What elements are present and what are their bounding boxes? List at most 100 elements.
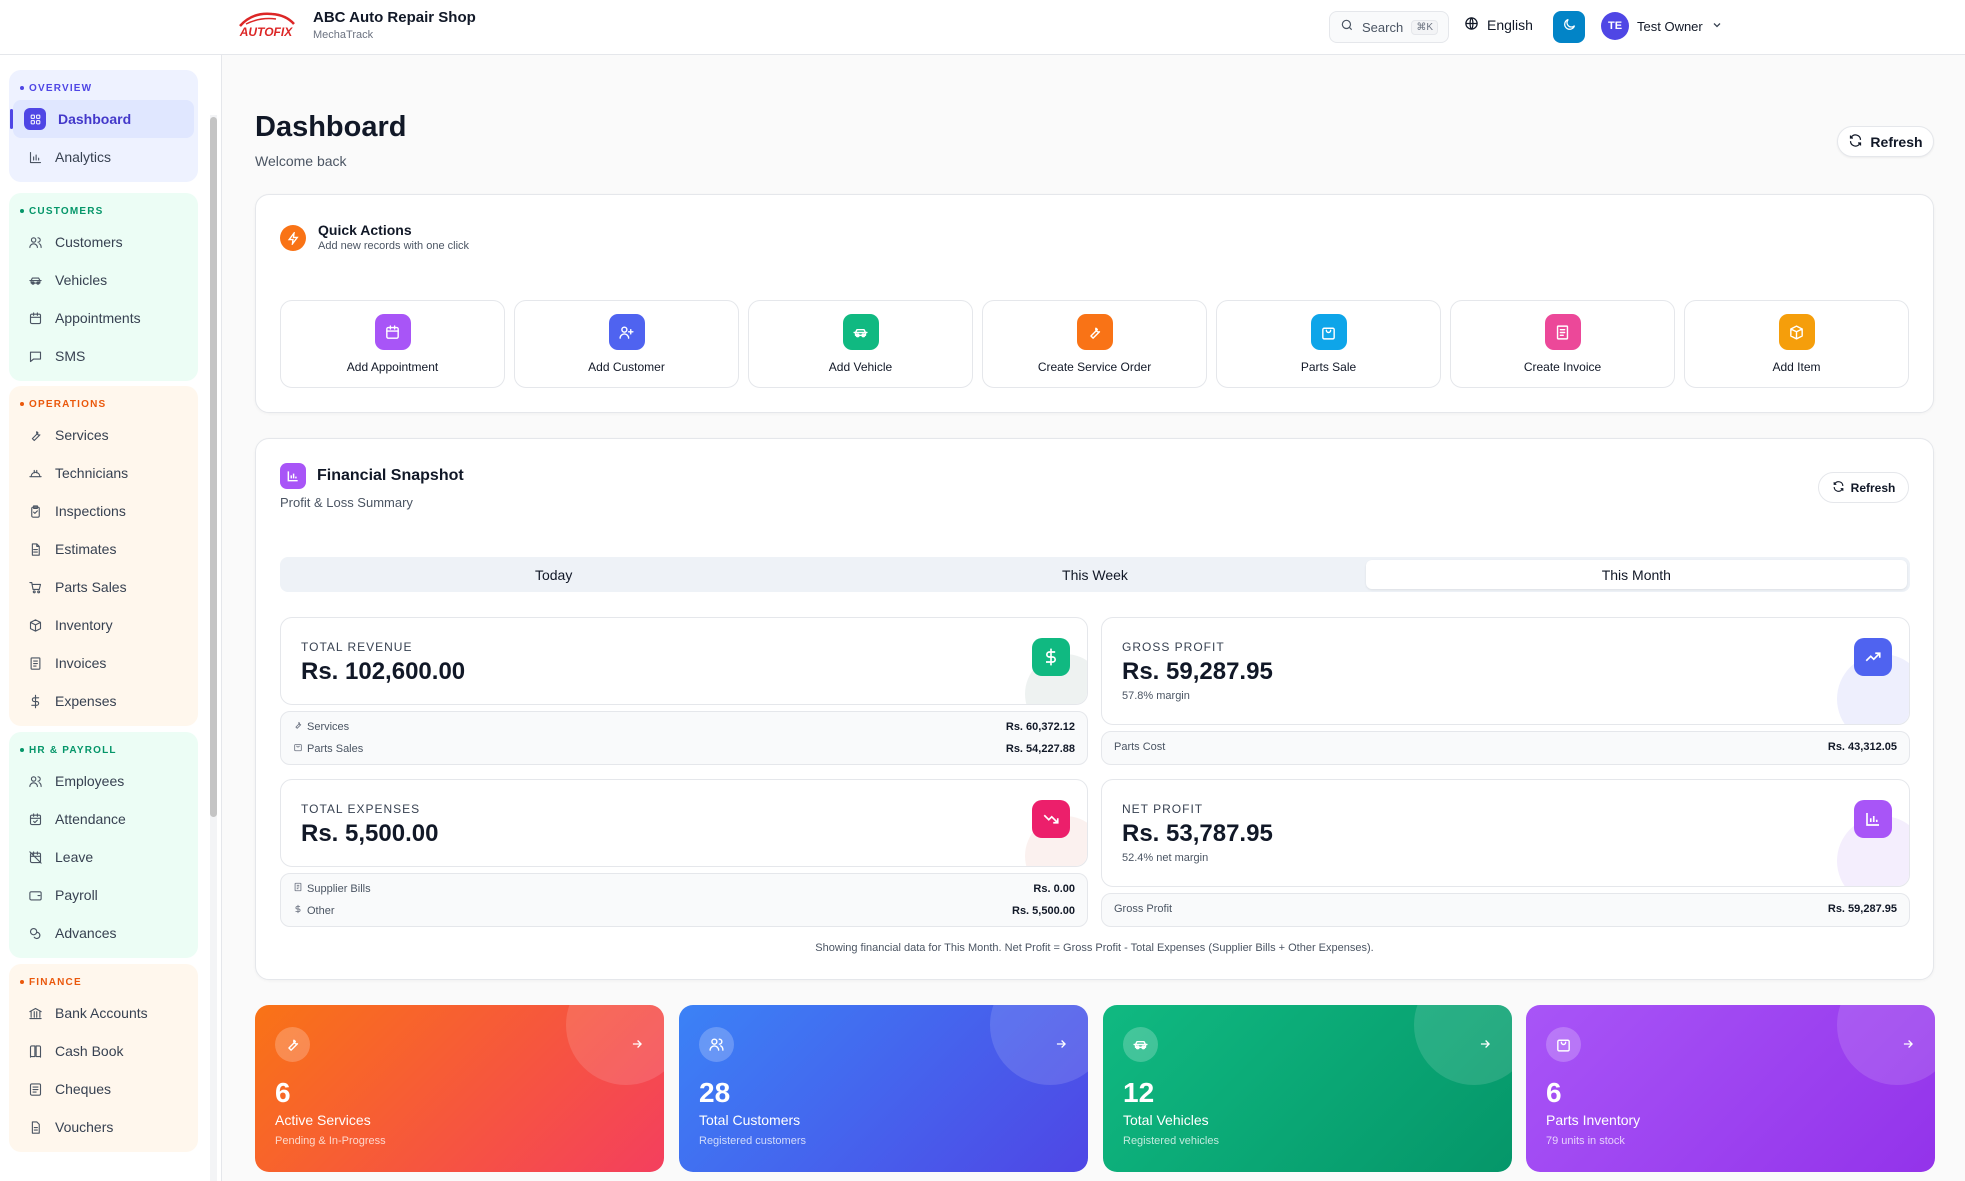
calendar-off-icon — [27, 849, 43, 865]
sidebar-item-label: Analytics — [55, 149, 112, 165]
decorative-circle — [990, 1005, 1088, 1085]
refresh-button[interactable]: Refresh — [1837, 126, 1934, 157]
group-dot — [20, 86, 24, 90]
decorative-circle — [1837, 1005, 1935, 1085]
arrow-right-icon[interactable] — [1901, 1037, 1915, 1054]
user-name: Test Owner — [1637, 18, 1703, 34]
sidebar-item-appointments[interactable]: Appointments — [13, 299, 194, 337]
sidebar-item-label: Leave — [55, 849, 94, 865]
arrow-right-icon[interactable] — [1054, 1037, 1068, 1054]
calendar-icon — [374, 314, 411, 350]
refresh-icon — [1832, 480, 1845, 496]
stat-label: TOTAL EXPENSES — [301, 802, 421, 816]
sidebar-item-invoices[interactable]: Invoices — [13, 644, 194, 682]
summary-number: 6 — [275, 1077, 291, 1108]
sidebar-item-employees[interactable]: Employees — [13, 762, 194, 800]
sidebar-item-label: Payroll — [55, 887, 98, 903]
sidebar-group-title: HR & PAYROLL — [9, 742, 198, 758]
financial-refresh-button[interactable]: Refresh — [1818, 472, 1909, 503]
sidebar-item-vouchers[interactable]: Vouchers — [13, 1108, 194, 1146]
sidebar-item-leave[interactable]: Leave — [13, 838, 194, 876]
arrow-right-icon[interactable] — [1478, 1037, 1492, 1054]
group-dot — [20, 402, 24, 406]
summary-subtitle: Registered vehicles — [1123, 1135, 1219, 1147]
sidebar-item-services[interactable]: Services — [13, 416, 194, 454]
search-button[interactable]: Search ⌘K — [1329, 11, 1449, 43]
sidebar-item-analytics[interactable]: Analytics — [13, 138, 194, 176]
sidebar-item-expenses[interactable]: Expenses — [13, 682, 194, 720]
sidebar-item-technicians[interactable]: Technicians — [13, 454, 194, 492]
summary-card-active-services[interactable]: 6 Active Services Pending & In-Progress — [255, 1005, 664, 1172]
sidebar-item-inspections[interactable]: Inspections — [13, 492, 194, 530]
sidebar-item-label: Vouchers — [55, 1119, 114, 1135]
total-revenue-card: TOTAL REVENUE Rs. 102,600.00 — [280, 617, 1088, 705]
sidebar: OVERVIEW Dashboard Analytics CUSTOMERS Custo… — [0, 55, 222, 1181]
quick-action-create-service-order[interactable]: Create Service Order — [982, 300, 1207, 388]
voucher-icon — [27, 1119, 43, 1135]
sidebar-item-sms[interactable]: SMS — [13, 337, 194, 375]
hard-hat-icon — [27, 465, 43, 481]
sidebar-scrollbar-thumb[interactable] — [210, 117, 217, 817]
group-dot — [20, 209, 24, 213]
sidebar-group-title: CUSTOMERS — [9, 203, 198, 219]
arrow-right-icon[interactable] — [630, 1037, 644, 1054]
quick-action-create-invoice[interactable]: Create Invoice — [1450, 300, 1675, 388]
language-selector[interactable]: English — [1464, 16, 1533, 34]
cheque-icon — [27, 1081, 43, 1097]
summary-card-parts-inventory[interactable]: 6 Parts Inventory 79 units in stock — [1526, 1005, 1935, 1172]
car-icon — [1123, 1027, 1158, 1062]
group-dot — [20, 980, 24, 984]
sidebar-item-bank-accounts[interactable]: Bank Accounts — [13, 994, 194, 1032]
wrench-icon — [1076, 314, 1113, 350]
stat-note: 52.4% net margin — [1122, 852, 1209, 864]
sidebar-item-inventory[interactable]: Inventory — [13, 606, 194, 644]
sidebar-item-attendance[interactable]: Attendance — [13, 800, 194, 838]
sidebar-item-payroll[interactable]: Payroll — [13, 876, 194, 914]
quick-action-add-appointment[interactable]: Add Appointment — [280, 300, 505, 388]
refresh-label: Refresh — [1850, 480, 1896, 495]
quick-action-add-vehicle[interactable]: Add Vehicle — [748, 300, 973, 388]
breakdown-row: Other Rs. 5,500.00 — [293, 904, 1075, 917]
summary-card-total-vehicles[interactable]: 12 Total Vehicles Registered vehicles — [1103, 1005, 1512, 1172]
chevron-down-icon — [1711, 19, 1723, 34]
quick-action-parts-sale[interactable]: Parts Sale — [1216, 300, 1441, 388]
sidebar-item-parts-sales[interactable]: Parts Sales — [13, 568, 194, 606]
sidebar-item-vehicles[interactable]: Vehicles — [13, 261, 194, 299]
trending-down-icon — [1032, 800, 1070, 838]
summary-card-total-customers[interactable]: 28 Total Customers Registered customers — [679, 1005, 1088, 1172]
financial-snapshot-title: Financial Snapshot — [317, 467, 464, 484]
decorative-circle — [566, 1005, 664, 1085]
breakdown-value: Rs. 43,312.05 — [1827, 741, 1897, 753]
summary-subtitle: 79 units in stock — [1546, 1135, 1625, 1147]
sidebar-item-advances[interactable]: Advances — [13, 914, 194, 952]
sidebar-item-cash-book[interactable]: Cash Book — [13, 1032, 194, 1070]
sidebar-item-cheques[interactable]: Cheques — [13, 1070, 194, 1108]
grid-icon — [24, 108, 46, 130]
calendar-icon — [27, 310, 43, 326]
total-expenses-card: TOTAL EXPENSES Rs. 5,500.00 — [280, 779, 1088, 867]
theme-toggle-button[interactable] — [1553, 11, 1585, 43]
brand-logo[interactable]: AUTOFIX — [232, 8, 300, 42]
group-title-text: HR & PAYROLL — [29, 744, 117, 756]
tab-this-week[interactable]: This Week — [824, 560, 1365, 589]
wrench-icon — [27, 427, 43, 443]
tab-this-month[interactable]: This Month — [1365, 560, 1907, 589]
sidebar-item-dashboard[interactable]: Dashboard — [10, 100, 194, 138]
sidebar-item-estimates[interactable]: Estimates — [13, 530, 194, 568]
breakdown-value: Rs. 0.00 — [1033, 882, 1075, 895]
quick-action-add-item[interactable]: Add Item — [1684, 300, 1909, 388]
stat-value: Rs. 5,500.00 — [301, 820, 439, 847]
breakdown-label: Parts Cost — [1114, 741, 1166, 753]
refresh-icon — [1848, 133, 1863, 151]
shop-name: ABC Auto Repair Shop — [313, 9, 476, 26]
net-profit-card: NET PROFIT Rs. 53,787.95 52.4% net margi… — [1101, 779, 1910, 887]
sidebar-item-customers[interactable]: Customers — [13, 223, 194, 261]
summary-number: 28 — [699, 1077, 731, 1108]
tab-today[interactable]: Today — [283, 560, 824, 589]
quick-action-add-customer[interactable]: Add Customer — [514, 300, 739, 388]
net-breakdown: Gross Profit Rs. 59,287.95 — [1101, 893, 1910, 927]
summary-number: 12 — [1123, 1077, 1155, 1108]
page-title: Dashboard — [255, 111, 407, 143]
user-menu[interactable]: TE Test Owner — [1601, 12, 1723, 40]
sidebar-item-label: Cheques — [55, 1081, 112, 1097]
